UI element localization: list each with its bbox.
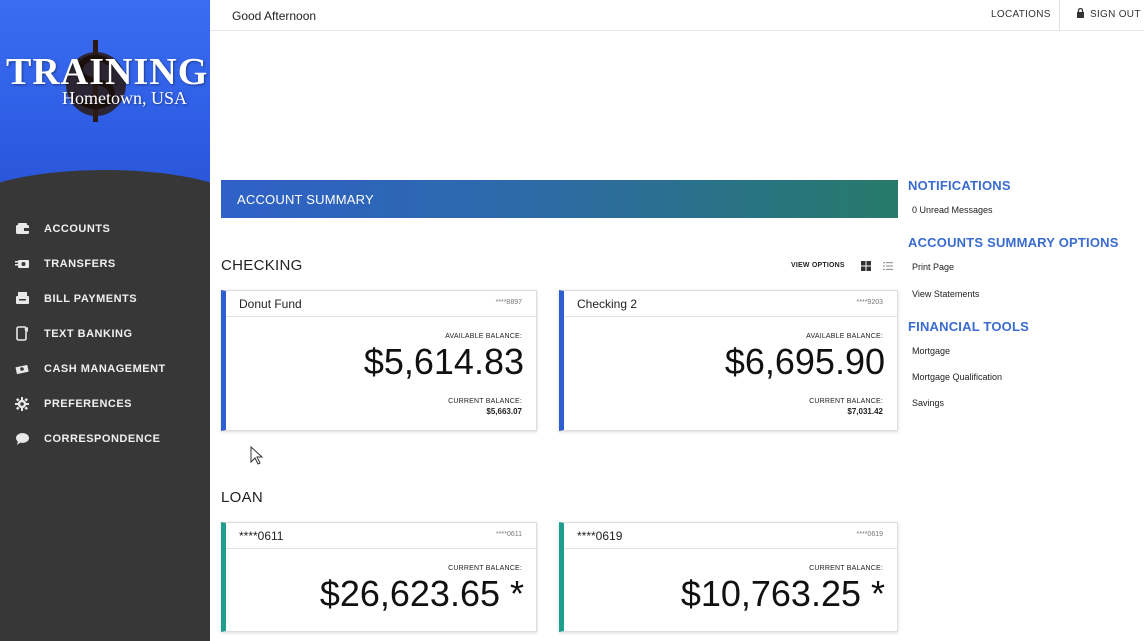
- mortgage-link[interactable]: Mortgage: [912, 346, 950, 356]
- view-statements-link[interactable]: View Statements: [912, 289, 979, 299]
- logo[interactable]: TRAINING Hometown, USA: [0, 0, 210, 210]
- sidebar-item-label: PREFERENCES: [44, 397, 133, 410]
- available-balance-label: AVAILABLE BALANCE:: [445, 333, 522, 340]
- savings-link[interactable]: Savings: [912, 398, 944, 408]
- current-balance-value: $10,763.25 *: [680, 573, 885, 614]
- current-balance-label: CURRENT BALANCE:: [809, 398, 883, 405]
- accounts-summary-options-heading: ACCOUNTS SUMMARY OPTIONS: [908, 235, 1119, 250]
- locations-link[interactable]: LOCATIONS: [991, 9, 1051, 20]
- chat-icon: [14, 431, 30, 447]
- sidebar-item-label: CORRESPONDENCE: [44, 432, 161, 445]
- sidebar-item-cash-management[interactable]: CASH MANAGEMENT: [0, 351, 210, 386]
- sidebar-item-transfers[interactable]: TRANSFERS: [0, 246, 210, 281]
- notifications-heading: NOTIFICATIONS: [908, 178, 1011, 193]
- account-summary-title: ACCOUNT SUMMARY: [237, 192, 374, 207]
- card-header: Donut Fund ****8897: [226, 291, 536, 317]
- available-balance-label: AVAILABLE BALANCE:: [806, 333, 883, 340]
- card-header: ****0619 ****0619: [564, 523, 897, 549]
- unread-messages-link[interactable]: 0 Unread Messages: [912, 205, 993, 215]
- sidebar-item-text-banking[interactable]: TEXT BANKING: [0, 316, 210, 351]
- list-view-icon[interactable]: [882, 260, 894, 272]
- sidebar-item-accounts[interactable]: ACCOUNTS: [0, 211, 210, 246]
- current-balance-value: $7,031.42: [847, 407, 883, 416]
- sidebar-item-preferences[interactable]: PREFERENCES: [0, 386, 210, 421]
- available-balance-value: $6,695.90: [724, 341, 885, 382]
- grid-view-icon[interactable]: [860, 260, 872, 272]
- loan-card-0611[interactable]: ****0611 ****0611 CURRENT BALANCE: $26,6…: [221, 522, 537, 632]
- sidebar-item-label: ACCOUNTS: [44, 222, 111, 235]
- view-options-label[interactable]: VIEW OPTIONS: [791, 262, 845, 269]
- loan-card-0619[interactable]: ****0619 ****0619 CURRENT BALANCE: $10,7…: [559, 522, 898, 632]
- sidebar-item-bill-payments[interactable]: BILL PAYMENTS: [0, 281, 210, 316]
- print-page-link[interactable]: Print Page: [912, 262, 954, 272]
- sidebar: TRAINING Hometown, USA ACCOUNTS TRANSFER…: [0, 0, 210, 641]
- transfer-icon: [14, 256, 30, 272]
- divider: [1059, 0, 1060, 31]
- lock-icon: [1076, 7, 1085, 21]
- card-header: ****0611 ****0611: [226, 523, 536, 549]
- account-number-masked: ****8897: [495, 299, 522, 306]
- account-summary-banner: ACCOUNT SUMMARY: [221, 180, 898, 218]
- sidebar-item-label: BILL PAYMENTS: [44, 292, 138, 305]
- current-balance-label: CURRENT BALANCE:: [448, 398, 522, 405]
- sidebar-item-label: TRANSFERS: [44, 257, 116, 270]
- bill-icon: [14, 291, 30, 307]
- account-number-masked: ****0611: [496, 531, 522, 538]
- account-card-checking-2[interactable]: Checking 2 ****9203 AVAILABLE BALANCE: $…: [559, 290, 898, 431]
- financial-tools-heading: FINANCIAL TOOLS: [908, 319, 1029, 334]
- available-balance-value: $5,614.83: [363, 341, 524, 382]
- greeting-text: Good Afternoon: [232, 9, 317, 23]
- cash-icon: [14, 361, 30, 377]
- checking-section-title: CHECKING: [221, 257, 303, 274]
- account-card-donut-fund[interactable]: Donut Fund ****8897 AVAILABLE BALANCE: $…: [221, 290, 537, 431]
- sidebar-item-label: TEXT BANKING: [44, 327, 133, 340]
- account-number-masked: ****0619: [856, 531, 883, 538]
- loan-section-title: LOAN: [221, 489, 264, 506]
- account-name: ****0619: [577, 529, 623, 543]
- account-name: Donut Fund: [239, 297, 302, 311]
- card-header: Checking 2 ****9203: [564, 291, 897, 317]
- mouse-cursor-icon: [250, 446, 264, 465]
- account-number-masked: ****9203: [856, 299, 883, 306]
- current-balance-label: CURRENT BALANCE:: [448, 565, 522, 572]
- mortgage-qualification-link[interactable]: Mortgage Qualification: [912, 372, 1002, 382]
- sidebar-nav: ACCOUNTS TRANSFERS BILL PAYMENTS TEXT BA…: [0, 211, 210, 456]
- sign-out-link[interactable]: SIGN OUT: [1090, 9, 1141, 20]
- current-balance-value: $26,623.65 *: [319, 573, 524, 614]
- gear-icon: [14, 396, 30, 412]
- logo-subtitle: Hometown, USA: [62, 88, 187, 108]
- current-balance-value: $5,663.07: [486, 407, 522, 416]
- account-name: ****0611: [239, 529, 284, 543]
- sidebar-item-label: CASH MANAGEMENT: [44, 362, 166, 375]
- top-bar: Good Afternoon LOCATIONS SIGN OUT: [210, 0, 1144, 31]
- account-name: Checking 2: [577, 297, 638, 311]
- phone-icon: [14, 326, 30, 342]
- current-balance-label: CURRENT BALANCE:: [809, 565, 883, 572]
- sidebar-item-correspondence[interactable]: CORRESPONDENCE: [0, 421, 210, 456]
- wallet-icon: [14, 221, 30, 237]
